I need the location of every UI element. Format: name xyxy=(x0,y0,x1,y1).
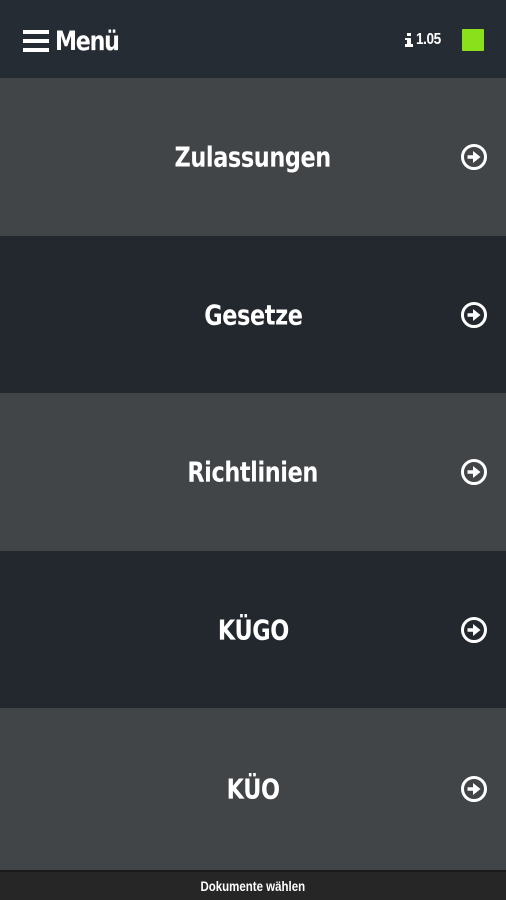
menu-item-gesetze[interactable]: Gesetze xyxy=(0,236,506,393)
menu-item-kuego[interactable]: KÜGO xyxy=(0,551,506,708)
menu-button[interactable]: Menü xyxy=(23,24,133,58)
info-icon xyxy=(405,33,413,47)
menu-label: Menü xyxy=(55,25,120,57)
arrow-right-circle-icon xyxy=(461,616,487,643)
footer-bar: Dokumente wählen xyxy=(0,870,506,900)
menu-list: Zulassungen Gesetze Richtlinien KÜGO KÜO xyxy=(0,78,506,870)
footer-label: Dokumente wählen xyxy=(200,878,306,894)
menu-item-zulassungen[interactable]: Zulassungen xyxy=(0,78,506,236)
menu-item-label: Zulassungen xyxy=(174,140,332,174)
menu-item-richtlinien[interactable]: Richtlinien xyxy=(0,393,506,551)
arrow-right-circle-icon xyxy=(461,144,487,170)
menu-item-label: Gesetze xyxy=(203,298,303,331)
arrow-right-circle-icon xyxy=(461,459,487,485)
menu-item-label: KÜGO xyxy=(217,613,289,646)
arrow-right-circle-icon xyxy=(461,301,487,328)
version-number: 1.05 xyxy=(416,31,441,48)
menu-item-kueo[interactable]: KÜO xyxy=(0,708,506,870)
top-bar: Menü 1.05 xyxy=(0,0,506,78)
status-indicator xyxy=(462,29,484,51)
menu-item-label: Richtlinien xyxy=(187,455,319,489)
arrow-right-circle-icon xyxy=(461,776,487,802)
app-version: 1.05 xyxy=(405,31,445,49)
app-root: Menü 1.05 Zulassungen Gesetze Richtlinie… xyxy=(0,0,506,900)
menu-item-label: KÜO xyxy=(226,772,280,806)
hamburger-icon xyxy=(23,30,49,52)
